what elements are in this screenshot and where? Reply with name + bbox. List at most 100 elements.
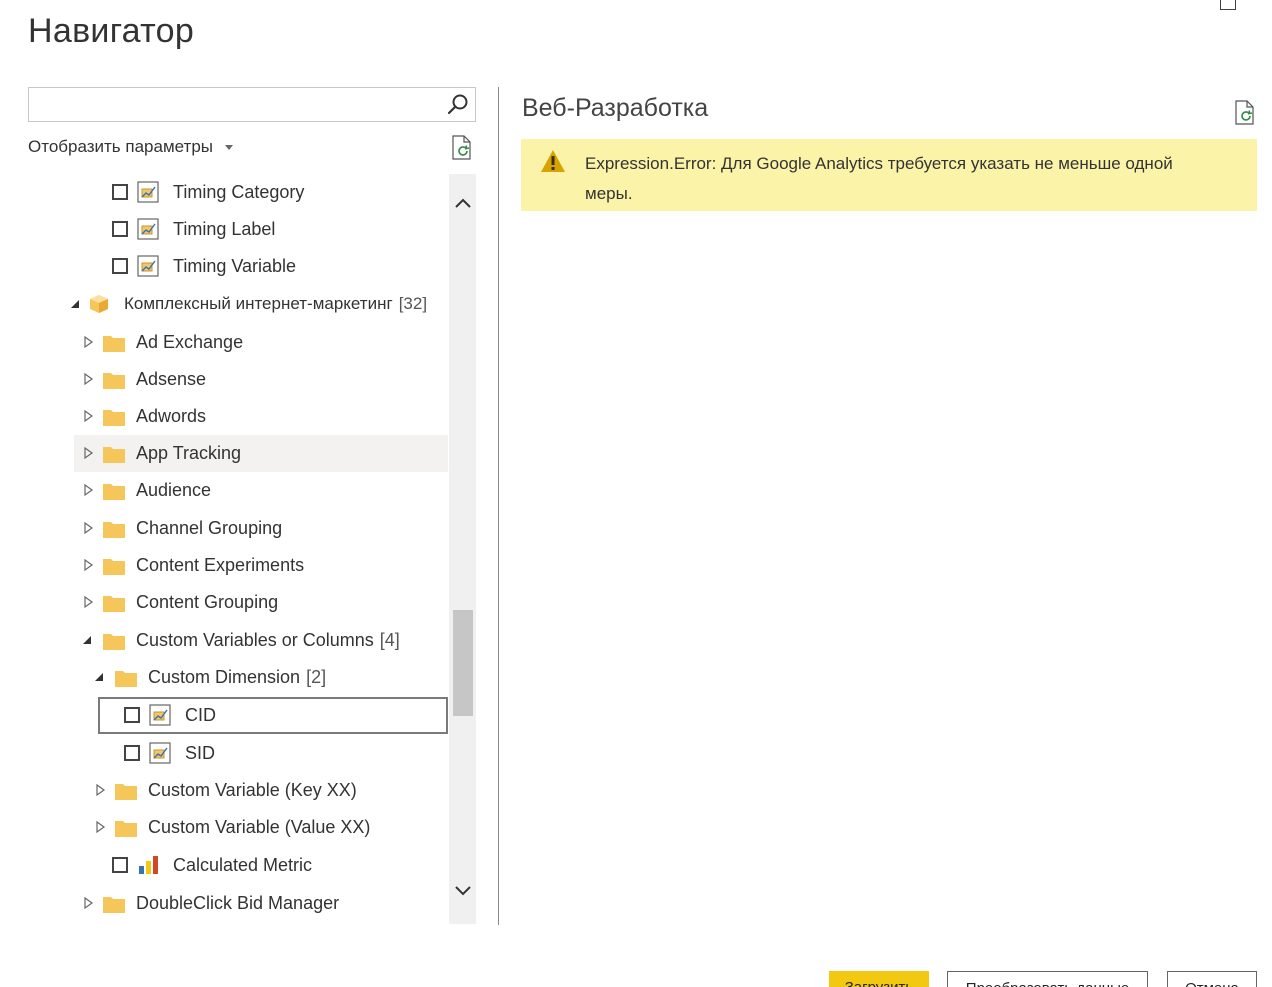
expanded-triangle-icon[interactable]: [94, 670, 106, 684]
chevron-up-icon: [454, 198, 471, 208]
tree-item-label: Adsense: [136, 369, 207, 389]
folder-icon: [115, 671, 137, 687]
tree-item-timing-category[interactable]: Timing Category: [74, 174, 448, 211]
display-options-dropdown[interactable]: Отобразить параметры: [28, 137, 233, 157]
transform-data-button[interactable]: Преобразовать данные: [947, 971, 1148, 987]
checkbox[interactable]: [112, 184, 128, 200]
tree-item-label: Content Grouping: [136, 592, 279, 612]
tree-item-label: Custom Variable (Key XX): [148, 780, 357, 800]
refresh-icon[interactable]: [450, 135, 474, 161]
tree-scrollbar[interactable]: [449, 174, 476, 924]
checkbox[interactable]: [112, 258, 128, 274]
search-input[interactable]: [29, 88, 439, 121]
tree-item-custom-dimension[interactable]: Custom Dimension [2]: [74, 659, 448, 696]
cancel-button[interactable]: Отмена: [1167, 971, 1257, 987]
dimension-field-icon: [149, 742, 171, 764]
tree-item-label: CID: [185, 705, 216, 725]
folder-icon: [103, 634, 125, 650]
collapsed-triangle-icon[interactable]: [82, 335, 94, 349]
tree-item-adwords[interactable]: Adwords: [74, 398, 448, 435]
tree-item-label: Custom Dimension: [148, 667, 301, 687]
folder-icon: [103, 447, 125, 463]
dimension-field-icon: [137, 218, 159, 240]
collapsed-triangle-icon[interactable]: [82, 372, 94, 386]
tree-item-timing-label[interactable]: Timing Label: [74, 211, 448, 248]
collapsed-triangle-icon[interactable]: [82, 409, 94, 423]
preview-title: Веб-Разработка: [522, 94, 709, 122]
tree-item-label: Комплексный интернет-маркетинг: [124, 293, 393, 313]
pane-divider: [498, 87, 499, 925]
tree-item-sid[interactable]: SID: [74, 735, 448, 772]
expanded-triangle-icon[interactable]: [82, 633, 94, 647]
folder-icon: [103, 484, 125, 500]
tree-item-content-grouping[interactable]: Content Grouping: [74, 584, 448, 621]
collapsed-triangle-icon[interactable]: [82, 521, 94, 535]
tree-item-label: Custom Variables or Columns: [136, 630, 374, 650]
scroll-up-button[interactable]: [449, 186, 476, 220]
collapsed-triangle-icon[interactable]: [94, 783, 106, 797]
collapsed-triangle-icon[interactable]: [94, 820, 106, 834]
folder-icon: [103, 897, 125, 913]
tree-item-label: Custom Variable (Value XX): [148, 817, 371, 837]
collapsed-triangle-icon[interactable]: [82, 896, 94, 910]
tree-item-label: SID: [185, 743, 216, 763]
expanded-triangle-icon[interactable]: [70, 297, 82, 311]
tree-item-custom-variable-value[interactable]: Custom Variable (Value XX): [74, 809, 448, 846]
tree-item-custom-variable-key[interactable]: Custom Variable (Key XX): [74, 772, 448, 809]
folder-icon: [103, 596, 125, 612]
error-message: Expression.Error: Для Google Analytics т…: [585, 154, 1173, 203]
maximize-button[interactable]: [1220, 0, 1236, 10]
tree-item-ad-exchange[interactable]: Ad Exchange: [74, 324, 448, 361]
chevron-down-icon: [225, 144, 233, 150]
tree-item-content-experiments[interactable]: Content Experiments: [74, 547, 448, 584]
folder-icon: [115, 784, 137, 800]
search-icon[interactable]: [446, 93, 470, 117]
dimension-field-icon: [137, 181, 159, 203]
tree-item-label: Content Experiments: [136, 555, 305, 575]
tree-item-channel-grouping[interactable]: Channel Grouping: [74, 510, 448, 547]
tree-item-audience[interactable]: Audience: [74, 472, 448, 509]
checkbox[interactable]: [112, 857, 128, 873]
tree-item-calculated-metric[interactable]: Calculated Metric: [74, 847, 448, 884]
search-box: [28, 87, 476, 122]
tree-item-label: Calculated Metric: [173, 855, 313, 875]
bar-chart-icon: [139, 856, 158, 874]
tree-item-cid[interactable]: CID: [98, 697, 448, 734]
scroll-thumb[interactable]: [453, 610, 473, 716]
tree-item-custom-variables-or-columns[interactable]: Custom Variables or Columns [4]: [74, 622, 448, 659]
tree-item-cube[interactable]: Комплексный интернет-маркетинг [32]: [71, 285, 448, 322]
chevron-down-icon: [454, 886, 471, 896]
tree-item-count: [2]: [306, 667, 327, 687]
refresh-icon[interactable]: [1233, 100, 1257, 126]
tree-item-count: [4]: [379, 630, 400, 650]
tree-item-doubleclick-bid-manager[interactable]: DoubleClick Bid Manager: [74, 885, 448, 922]
collapsed-triangle-icon[interactable]: [82, 558, 94, 572]
error-banner: Expression.Error: Для Google Analytics т…: [521, 139, 1257, 211]
tree-item-label: Timing Category: [173, 182, 305, 202]
scroll-down-button[interactable]: [449, 874, 476, 908]
collapsed-triangle-icon[interactable]: [82, 483, 94, 497]
folder-icon: [103, 410, 125, 426]
folder-icon: [103, 559, 125, 575]
tree-item-label: App Tracking: [136, 443, 242, 463]
tree-item-label: Timing Variable: [173, 256, 297, 276]
tree-item-adsense[interactable]: Adsense: [74, 361, 448, 398]
cube-icon: [90, 295, 108, 313]
folder-icon: [103, 373, 125, 389]
tree-item-count: [32]: [398, 293, 428, 313]
tree-item-label: Adwords: [136, 406, 207, 426]
folder-icon: [103, 336, 125, 352]
folder-icon: [115, 821, 137, 837]
checkbox[interactable]: [124, 707, 140, 723]
collapsed-triangle-icon[interactable]: [82, 446, 94, 460]
tree-item-timing-variable[interactable]: Timing Variable: [74, 248, 448, 285]
folder-icon: [103, 522, 125, 538]
tree-item-label: Timing Label: [173, 219, 276, 239]
load-button[interactable]: Загрузить: [829, 971, 929, 987]
tree-item-label: Audience: [136, 480, 212, 500]
tree-item-app-tracking[interactable]: App Tracking: [74, 435, 448, 472]
checkbox[interactable]: [112, 221, 128, 237]
tree-item-label: Ad Exchange: [136, 332, 244, 352]
checkbox[interactable]: [124, 745, 140, 761]
collapsed-triangle-icon[interactable]: [82, 595, 94, 609]
